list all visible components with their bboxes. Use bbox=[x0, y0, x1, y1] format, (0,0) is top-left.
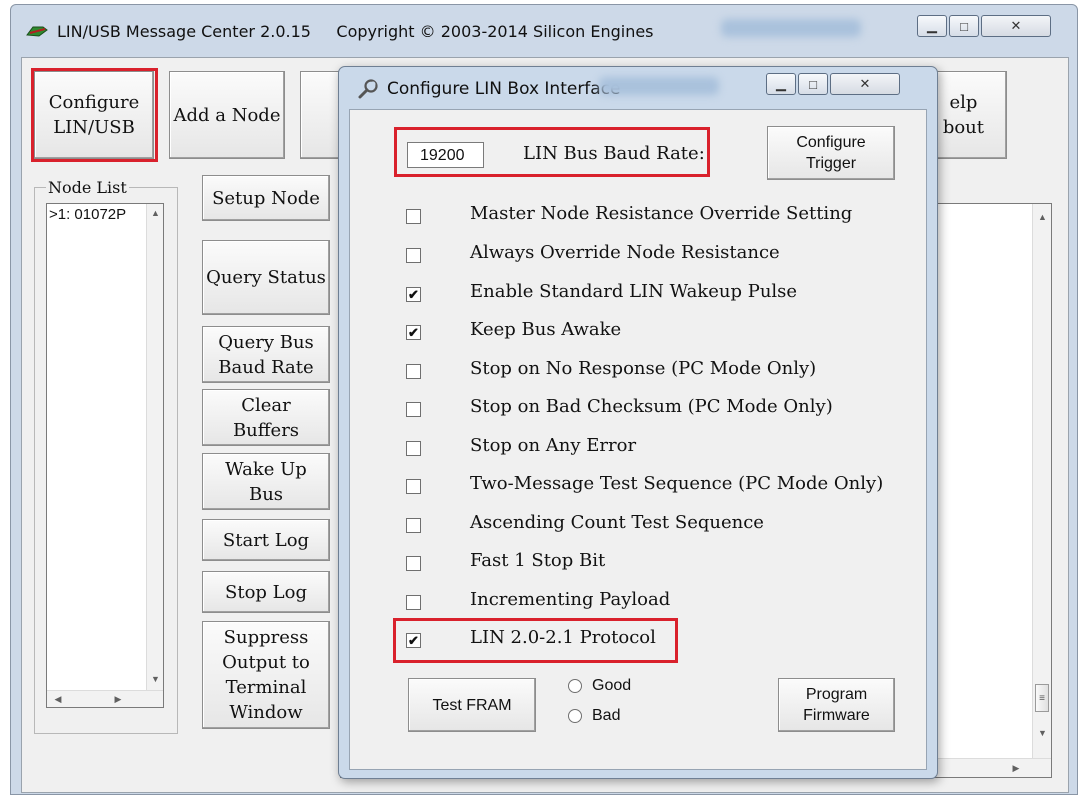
add-node-button[interactable]: Add a Node bbox=[169, 71, 285, 159]
minimize-icon: ▁ bbox=[927, 18, 937, 33]
scroll-up-icon[interactable]: ▲ bbox=[147, 206, 164, 220]
terminal-vscroll[interactable]: ▲ ≡ ▼ bbox=[1032, 204, 1051, 760]
stop-log-button[interactable]: Stop Log bbox=[202, 571, 330, 613]
option-label: Stop on Any Error bbox=[470, 435, 637, 456]
checkbox-box[interactable]: ✔ bbox=[406, 287, 421, 302]
checkbox-box[interactable]: ✔ bbox=[406, 325, 421, 340]
dialog-close-button[interactable]: ✕ bbox=[830, 73, 900, 95]
check-mark-icon: ✔ bbox=[408, 325, 419, 340]
highlight-box-configure bbox=[31, 68, 158, 162]
window-title: LIN/USB Message Center 2.0.15 Copyright … bbox=[57, 22, 654, 41]
node-listbox[interactable]: >1: 01072P ▲ ▼ ◀ ▶ bbox=[46, 203, 164, 708]
option-label: Stop on No Response (PC Mode Only) bbox=[470, 358, 817, 379]
option-label: Fast 1 Stop Bit bbox=[470, 550, 606, 571]
scroll-up-icon[interactable]: ▲ bbox=[1033, 210, 1052, 224]
checkbox-box[interactable] bbox=[406, 364, 421, 379]
clear-buffers-button[interactable]: Clear Buffers bbox=[202, 389, 330, 446]
blurred-area bbox=[599, 77, 719, 95]
checkbox-box[interactable] bbox=[406, 402, 421, 417]
maximize-icon: □ bbox=[960, 18, 968, 34]
wake-up-bus-button[interactable]: Wake Up Bus bbox=[202, 453, 330, 510]
highlight-box-lin-protocol bbox=[393, 618, 678, 663]
checkbox-box[interactable] bbox=[406, 248, 421, 263]
scroll-down-icon[interactable]: ▼ bbox=[147, 672, 164, 686]
option-label: Enable Standard LIN Wakeup Pulse bbox=[470, 281, 798, 302]
dialog-maximize-button[interactable]: □ bbox=[798, 73, 828, 95]
radio-label: Good bbox=[592, 677, 632, 694]
dialog-client-area: 19200 LIN Bus Baud Rate: Configure Trigg… bbox=[349, 109, 927, 770]
query-status-button[interactable]: Query Status bbox=[202, 240, 330, 315]
scroll-left-icon[interactable]: ◀ bbox=[51, 692, 65, 706]
option-label: Incrementing Payload bbox=[470, 589, 671, 610]
close-icon: ✕ bbox=[859, 76, 871, 91]
highlight-box-baud bbox=[394, 127, 710, 177]
checkbox-box[interactable] bbox=[406, 595, 421, 610]
scroll-thumb[interactable]: ≡ bbox=[1035, 684, 1049, 712]
wrench-icon bbox=[358, 79, 378, 99]
option-label: Master Node Resistance Override Setting bbox=[470, 203, 853, 224]
dialog-minimize-button[interactable]: ▁ bbox=[766, 73, 796, 95]
node-list-label: Node List bbox=[46, 178, 129, 197]
list-item[interactable]: >1: 01072P bbox=[49, 206, 126, 223]
scroll-down-icon[interactable]: ▼ bbox=[1033, 726, 1052, 740]
start-log-button[interactable]: Start Log bbox=[202, 519, 330, 561]
configure-trigger-button[interactable]: Configure Trigger bbox=[767, 126, 895, 180]
checkbox-box[interactable] bbox=[406, 556, 421, 571]
maximize-button[interactable]: □ bbox=[949, 15, 979, 37]
minimize-icon: ▁ bbox=[776, 76, 786, 91]
checkbox-box[interactable] bbox=[406, 209, 421, 224]
test-fram-button[interactable]: Test FRAM bbox=[408, 678, 536, 732]
radio-circle[interactable] bbox=[568, 709, 582, 723]
maximize-icon: □ bbox=[809, 76, 817, 92]
option-label: Keep Bus Awake bbox=[470, 319, 622, 340]
title-bar: LIN/USB Message Center 2.0.15 Copyright … bbox=[11, 5, 1077, 57]
option-label: Stop on Bad Checksum (PC Mode Only) bbox=[470, 396, 833, 417]
option-label: Ascending Count Test Sequence bbox=[470, 512, 764, 533]
app-icon bbox=[26, 26, 48, 37]
minimize-button[interactable]: ▁ bbox=[917, 15, 947, 37]
checkbox-box[interactable] bbox=[406, 479, 421, 494]
scroll-right-icon[interactable]: ▶ bbox=[111, 692, 125, 706]
toolbar-button-hidden[interactable] bbox=[300, 71, 340, 159]
program-firmware-button[interactable]: Program Firmware bbox=[778, 678, 895, 732]
checkbox-box[interactable] bbox=[406, 518, 421, 533]
suppress-output-button[interactable]: Suppress Output to Terminal Window bbox=[202, 621, 330, 729]
dialog-title: Configure LIN Box Interface bbox=[387, 79, 621, 99]
query-bus-baud-rate-button[interactable]: Query Bus Baud Rate bbox=[202, 326, 330, 383]
blurred-area bbox=[721, 19, 861, 37]
radio-circle[interactable] bbox=[568, 679, 582, 693]
setup-node-button[interactable]: Setup Node bbox=[202, 175, 330, 221]
close-button[interactable]: ✕ bbox=[981, 15, 1051, 37]
checkbox-box[interactable] bbox=[406, 441, 421, 456]
radio-label: Bad bbox=[592, 707, 621, 724]
node-list-vscroll[interactable]: ▲ ▼ bbox=[146, 204, 163, 690]
close-icon: ✕ bbox=[1010, 18, 1022, 33]
scroll-right-icon[interactable]: ▶ bbox=[1009, 761, 1023, 775]
option-label: Two-Message Test Sequence (PC Mode Only) bbox=[470, 473, 884, 494]
configure-lin-box-dialog: Configure LIN Box Interface ▁ □ ✕ 19200 … bbox=[338, 66, 938, 779]
option-label: Always Override Node Resistance bbox=[470, 242, 780, 263]
node-list-hscroll[interactable]: ◀ ▶ bbox=[47, 690, 163, 707]
check-mark-icon: ✔ bbox=[408, 287, 419, 302]
